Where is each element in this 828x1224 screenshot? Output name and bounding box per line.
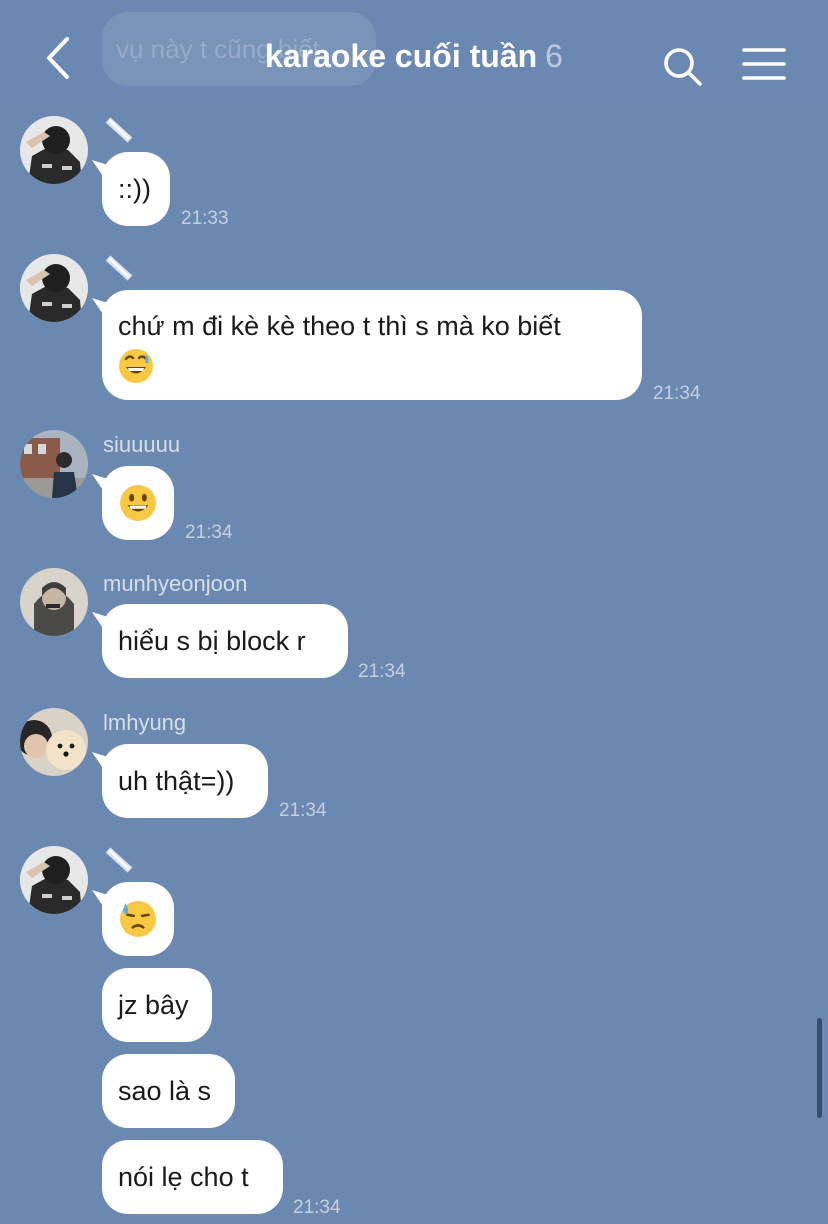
pencil-icon	[105, 847, 133, 873]
message-text: uh thật=))	[118, 766, 235, 796]
message-time: 21:34	[358, 661, 406, 682]
message-text: jz bây	[118, 990, 189, 1020]
grinning-sweat-emoji	[118, 348, 154, 384]
message-bubble[interactable]: uh thật=))	[102, 744, 268, 818]
member-count: 6	[545, 38, 563, 74]
message-text: nói lẹ cho t	[118, 1162, 249, 1192]
message-bubble[interactable]: chứ m đi kè kè theo t thì s mà ko biết	[102, 290, 642, 400]
group-name: karaoke cuối tuần	[265, 38, 538, 74]
message-bubble[interactable]: jz bây	[102, 968, 212, 1042]
message-time: 21:34	[185, 522, 233, 543]
message-bubble[interactable]	[102, 882, 174, 956]
message-bubble[interactable]: sao là s	[102, 1054, 235, 1128]
sender-name: lmhyung	[103, 710, 187, 735]
pencil-icon	[105, 255, 133, 281]
message-bubble[interactable]: ::))	[102, 152, 170, 226]
message-time: 21:34	[279, 800, 327, 821]
downcast-sweat-emoji	[119, 900, 157, 938]
sender-avatar[interactable]	[20, 846, 88, 914]
message-text: chứ m đi kè kè theo t thì s mà ko biết	[118, 311, 561, 341]
message-time: 21:34	[653, 383, 701, 404]
message-time: 21:34	[293, 1197, 341, 1218]
pencil-icon	[105, 117, 133, 143]
sender-avatar[interactable]	[20, 568, 88, 636]
message-bubble[interactable]: nói lẹ cho t	[102, 1140, 283, 1214]
hamburger-menu-icon	[742, 48, 786, 80]
message-bubble[interactable]: hiểu s bị block r	[102, 604, 348, 678]
message-text: ::))	[118, 174, 151, 204]
sender-name: munhyeonjoon	[103, 571, 248, 596]
message-text: hiểu s bị block r	[118, 626, 306, 656]
sender-avatar[interactable]	[20, 116, 88, 184]
search-button[interactable]	[658, 42, 706, 90]
chat-header: vụ này t cũng biết karaoke cuối tuần 6	[0, 0, 828, 104]
message-text: sao là s	[118, 1076, 212, 1106]
menu-button[interactable]	[740, 44, 788, 84]
sender-name: siuuuuu	[103, 432, 181, 457]
smiley-emoji	[119, 484, 157, 522]
message-bubble[interactable]	[102, 466, 174, 540]
sender-avatar[interactable]	[20, 254, 88, 322]
sender-avatar[interactable]	[20, 430, 88, 498]
message-time: 21:33	[181, 208, 229, 229]
sender-avatar[interactable]	[20, 708, 88, 776]
scrollbar[interactable]	[817, 1018, 822, 1118]
search-icon	[664, 48, 702, 86]
